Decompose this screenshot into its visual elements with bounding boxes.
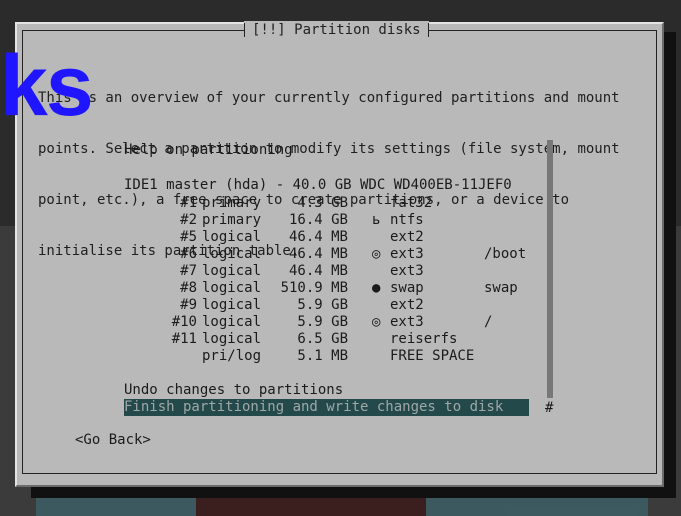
partition-size: 4.3 GB	[297, 195, 348, 211]
partition-type: logical	[202, 263, 262, 279]
partition-type: pri/log	[202, 348, 262, 364]
finish-item[interactable]: Finish partitioning and write changes to…	[124, 399, 529, 416]
partition-filesystem: ntfs	[390, 212, 424, 228]
scrollbar-track[interactable]	[547, 140, 553, 398]
partition-flag: ◎	[372, 246, 381, 262]
partition-size: 46.4 MB	[288, 263, 348, 279]
partition-type: primary	[202, 195, 262, 211]
partition-filesystem: FREE SPACE	[390, 348, 475, 364]
partition-size: 5.9 GB	[297, 297, 348, 313]
overlay-text: ks	[0, 38, 94, 134]
partition-size: 6.5 GB	[297, 331, 348, 347]
partition-size: 510.9 MB	[280, 280, 348, 296]
partition-number: #6	[180, 246, 197, 262]
partition-filesystem: ext3	[390, 314, 424, 330]
installer-screen: [!!] Partition disks This is an overview…	[0, 0, 681, 516]
partition-flag: ь	[372, 212, 381, 228]
partition-type: logical	[202, 229, 262, 245]
dialog-shadow-right	[662, 32, 676, 498]
partition-type: logical	[202, 314, 262, 330]
partition-mount: swap	[484, 280, 518, 296]
partition-item[interactable]: #9 logical 5.9 GB ext2	[124, 297, 529, 314]
partition-mount: /	[484, 314, 493, 330]
partition-type: primary	[202, 212, 262, 228]
partition-size: 5.9 GB	[297, 314, 348, 330]
partition-item[interactable]: #8 logical 510.9 MB ● swap swap	[124, 280, 529, 297]
disk-item[interactable]: IDE1 master (hda) - 40.0 GB WDC WD400EB-…	[124, 177, 529, 194]
partition-type: logical	[202, 280, 262, 296]
partition-filesystem: fat32	[390, 195, 433, 211]
intro-line: This is an overview of your currently co…	[38, 90, 620, 106]
scroll-marker: #	[545, 400, 554, 416]
partition-filesystem: ext3	[390, 263, 424, 279]
help-item[interactable]: Help on partitioning	[124, 142, 529, 159]
partition-flag: ●	[372, 280, 381, 296]
partition-filesystem: ext2	[390, 229, 424, 245]
partition-mount: /boot	[484, 246, 527, 262]
partition-item[interactable]: #11 logical 6.5 GB reiserfs	[124, 331, 529, 348]
partition-item[interactable]: #1 primary 4.3 GB fat32	[124, 195, 529, 212]
partition-size: 46.4 MB	[288, 246, 348, 262]
partition-size: 5.1 MB	[297, 348, 348, 364]
partition-item[interactable]: #5 logical 46.4 MB ext2	[124, 229, 529, 246]
partition-number: #9	[180, 297, 197, 313]
partition-number: #10	[171, 314, 197, 330]
partition-number: #2	[180, 212, 197, 228]
partition-item[interactable]: #6 logical 46.4 MB ◎ ext3/boot	[124, 246, 529, 263]
partition-number: #11	[171, 331, 197, 347]
partition-item[interactable]: #10 logical 5.9 GB ◎ ext3 /	[124, 314, 529, 331]
dialog-title: [!!] Partition disks	[244, 21, 429, 39]
partition-type: logical	[202, 297, 262, 313]
partition-number: #1	[180, 195, 197, 211]
partition-item[interactable]: #7 logical 46.4 MB ext3	[124, 263, 529, 280]
partition-filesystem: swap	[390, 280, 424, 296]
partition-flag: ◎	[372, 314, 381, 330]
partition-filesystem: ext3	[390, 246, 424, 262]
go-back-button[interactable]: <Go Back>	[75, 432, 151, 449]
partition-filesystem: ext2	[390, 297, 424, 313]
partition-type: logical	[202, 331, 262, 347]
partition-filesystem: reiserfs	[390, 331, 458, 347]
partition-number: #5	[180, 229, 197, 245]
partition-size: 46.4 MB	[288, 229, 348, 245]
partition-size: 16.4 GB	[288, 212, 348, 228]
partition-item[interactable]: #2 primary 16.4 GB ь ntfs	[124, 212, 529, 229]
partition-item[interactable]: pri/log 5.1 MB FREE SPACE	[124, 348, 529, 365]
partition-type: logical	[202, 246, 262, 262]
partition-number: #8	[180, 280, 197, 296]
partition-number: #7	[180, 263, 197, 279]
undo-item[interactable]: Undo changes to partitions	[124, 382, 529, 399]
